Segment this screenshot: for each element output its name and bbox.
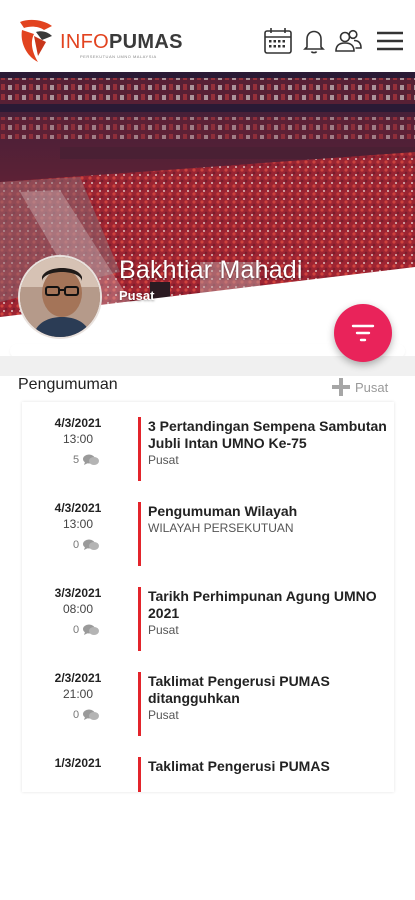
- item-time: 13:00: [62, 517, 94, 531]
- item-title: 3 Pertandingan Sempena Sambutan Jubli In…: [148, 418, 387, 451]
- item-time: 08:00: [62, 602, 94, 616]
- item-time: 13:00: [62, 432, 94, 446]
- filter-icon: [351, 324, 375, 342]
- item-content: Taklimat Pengerusi PUMAS: [148, 758, 388, 776]
- logo-info-text: INFO: [60, 31, 109, 53]
- menu-icon[interactable]: [375, 26, 405, 56]
- comment-icon: [83, 454, 100, 465]
- announcement-list[interactable]: 4/3/2021 13:00 5 3 Pertandingan Sempena …: [22, 402, 394, 792]
- users-icon[interactable]: [333, 26, 363, 56]
- plus-icon: [332, 378, 350, 396]
- bell-icon[interactable]: [299, 26, 329, 56]
- item-accent-bar: [138, 757, 141, 792]
- item-content: Pengumuman Wilayah WILAYAH PERSEKUTUAN: [148, 503, 388, 535]
- comment-icon: [83, 539, 100, 550]
- item-date: 4/3/2021: [54, 416, 102, 430]
- item-title: Tarikh Perhimpunan Agung UMNO 2021: [148, 588, 377, 621]
- comment-icon: [83, 709, 100, 720]
- logo-pumas-text: PUMAS: [108, 31, 183, 53]
- item-meta: 2/3/2021 21:00 0: [22, 671, 134, 721]
- app-header: INFOPUMAS PERSEKUTUAN UMNO MALAYSIA: [0, 0, 415, 72]
- avatar[interactable]: [18, 255, 102, 339]
- add-announcement-label: Pusat: [355, 379, 389, 395]
- item-meta: 3/3/2021 08:00 0: [22, 586, 134, 636]
- item-subtitle: Pusat: [148, 453, 179, 467]
- item-time: 21:00: [62, 687, 94, 701]
- item-title: Pengumuman Wilayah: [148, 503, 298, 519]
- item-subtitle: WILAYAH PERSEKUTUAN: [148, 521, 294, 535]
- calendar-icon[interactable]: [263, 26, 293, 56]
- section-title: Pengumuman: [18, 376, 118, 393]
- item-content: Tarikh Perhimpunan Agung UMNO 2021 Pusat: [148, 588, 388, 637]
- list-item[interactable]: 4/3/2021 13:00 0 Pengumuman Wilayah WILA…: [22, 487, 394, 572]
- list-item[interactable]: 3/3/2021 08:00 0 Tarikh Perhimpunan Agun…: [22, 572, 394, 657]
- item-title: Taklimat Pengerusi PUMAS ditangguhkan: [148, 673, 330, 706]
- item-meta: 1/3/2021: [22, 756, 134, 772]
- announcements-header: Pengumuman Pusat: [0, 376, 415, 400]
- list-item[interactable]: 4/3/2021 13:00 5 3 Pertandingan Sempena …: [22, 402, 394, 487]
- comment-count: 0: [22, 624, 134, 636]
- list-item[interactable]: 1/3/2021 Taklimat Pengerusi PUMAS: [22, 742, 394, 792]
- item-subtitle: Pusat: [148, 708, 179, 722]
- comment-count-value: 0: [72, 709, 80, 721]
- comment-count: 0: [22, 709, 134, 721]
- list-item[interactable]: 2/3/2021 21:00 0 Taklimat Pengerusi PUMA…: [22, 657, 394, 742]
- profile-name: Bakhtiar Mahadi: [119, 256, 303, 284]
- item-accent-bar: [138, 417, 141, 481]
- comment-count-value: 5: [72, 454, 80, 466]
- profile-division: Pusat: [119, 288, 155, 303]
- comment-count: 5: [22, 454, 134, 466]
- item-meta: 4/3/2021 13:00 5: [22, 416, 134, 466]
- item-date: 2/3/2021: [54, 671, 102, 685]
- filter-button[interactable]: [334, 304, 392, 362]
- item-date: 1/3/2021: [54, 756, 102, 770]
- add-announcement-button[interactable]: Pusat: [332, 376, 388, 398]
- comment-icon: [83, 624, 100, 635]
- logo-mark-icon: [20, 19, 52, 62]
- comment-count: 0: [22, 539, 134, 551]
- item-date: 3/3/2021: [54, 586, 102, 600]
- comment-count-value: 0: [72, 539, 80, 551]
- item-accent-bar: [138, 672, 141, 736]
- infopumas-logo[interactable]: INFOPUMAS PERSEKUTUAN UMNO MALAYSIA: [16, 16, 186, 64]
- item-accent-bar: [138, 587, 141, 651]
- item-date: 4/3/2021: [54, 501, 102, 515]
- comment-count-value: 0: [72, 624, 80, 636]
- item-title: Taklimat Pengerusi PUMAS: [148, 758, 330, 774]
- item-accent-bar: [138, 502, 141, 566]
- item-subtitle: Pusat: [148, 623, 179, 637]
- logo-wordmark: INFOPUMAS: [60, 31, 183, 54]
- item-meta: 4/3/2021 13:00 0: [22, 501, 134, 551]
- logo-subtitle: PERSEKUTUAN UMNO MALAYSIA: [80, 54, 157, 59]
- item-content: Taklimat Pengerusi PUMAS ditangguhkan Pu…: [148, 673, 388, 722]
- avatar-photo: [20, 257, 100, 337]
- item-content: 3 Pertandingan Sempena Sambutan Jubli In…: [148, 418, 388, 467]
